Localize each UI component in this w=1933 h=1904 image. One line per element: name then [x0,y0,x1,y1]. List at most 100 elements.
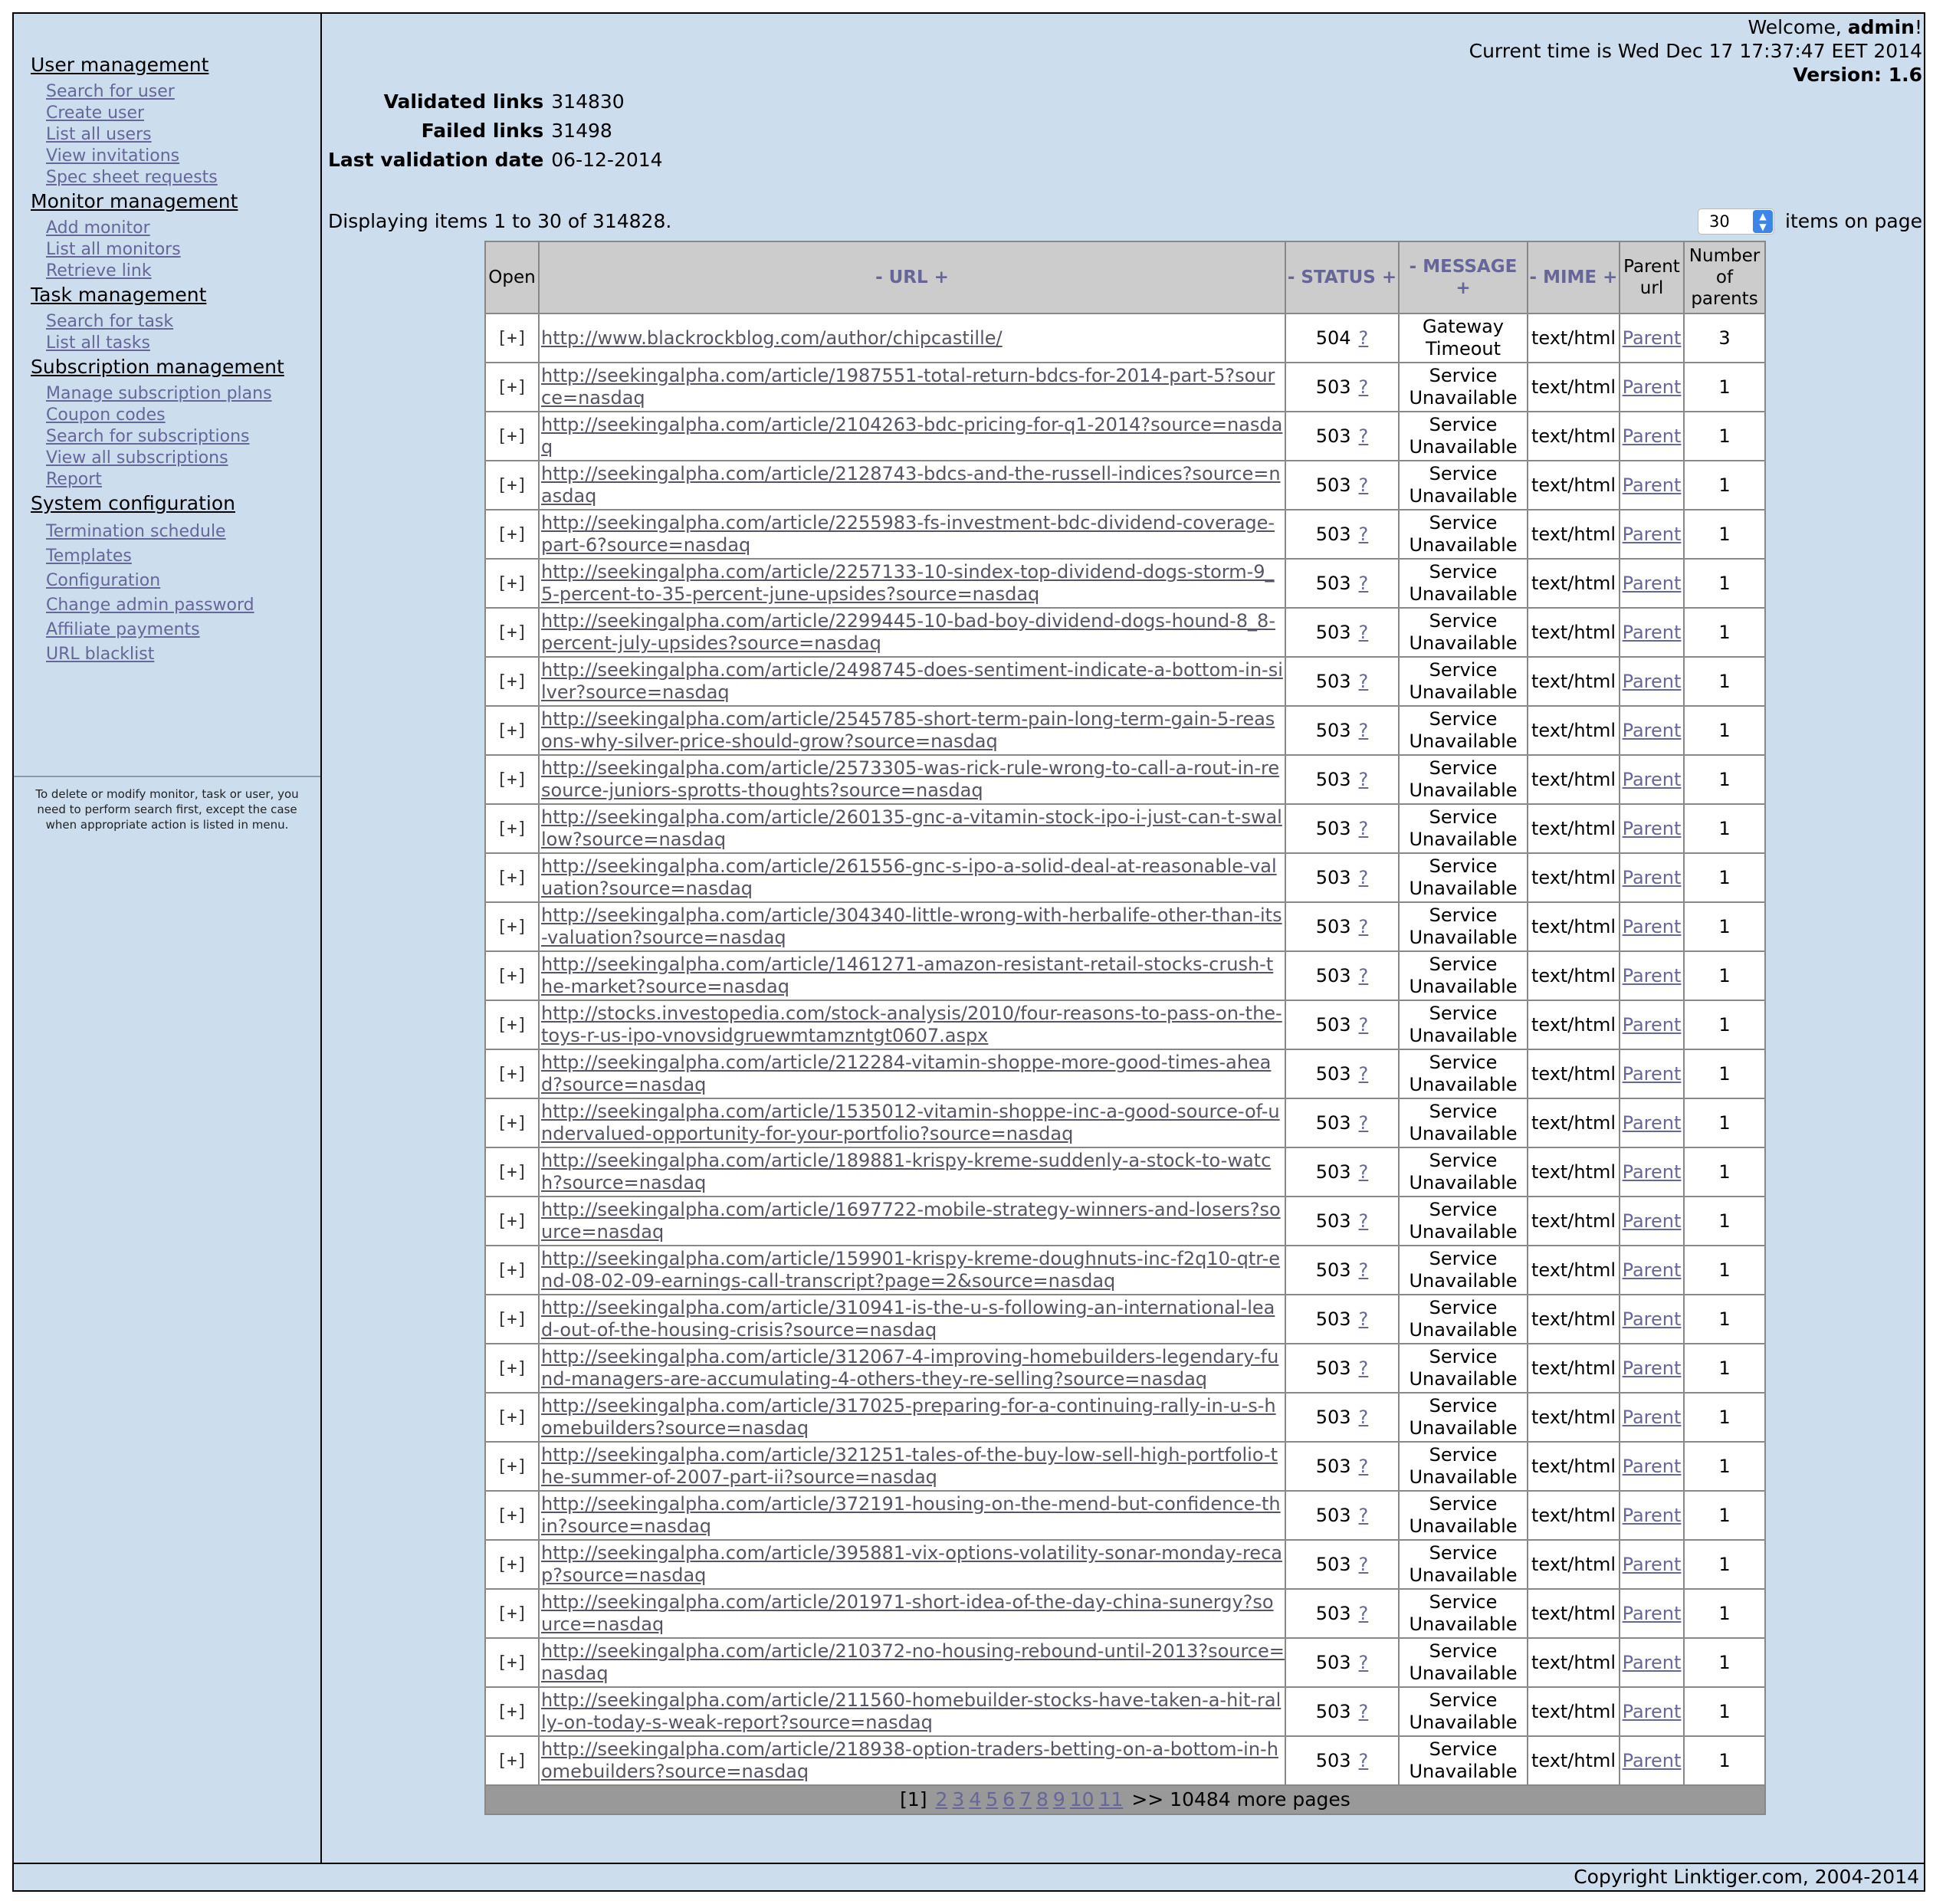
sidebar-link[interactable]: Search for task [46,311,284,333]
expand-button[interactable]: [+] [497,918,527,937]
col-header-url[interactable]: - URL + [538,241,1286,314]
sidebar-link[interactable]: Configuration [46,569,284,593]
status-help-link[interactable]: ? [1359,425,1369,447]
page-link[interactable]: 10 [1070,1788,1094,1810]
sidebar-link[interactable]: Retrieve link [46,261,284,282]
parent-link[interactable]: Parent [1623,1357,1682,1379]
url-link[interactable]: http://seekingalpha.com/article/260135-g… [541,806,1282,850]
parent-link[interactable]: Parent [1623,573,1682,594]
page-link[interactable]: 7 [1019,1788,1032,1810]
expand-button[interactable]: [+] [497,525,527,544]
url-link[interactable]: http://seekingalpha.com/article/1461271-… [541,954,1273,997]
sidebar-link[interactable]: Manage subscription plans [46,383,284,405]
expand-button[interactable]: [+] [497,819,527,839]
url-link[interactable]: http://seekingalpha.com/article/211560-h… [541,1689,1281,1733]
page-link[interactable]: 3 [952,1788,964,1810]
parent-link[interactable]: Parent [1623,1750,1682,1771]
expand-button[interactable]: [+] [497,1359,527,1378]
url-link[interactable]: http://seekingalpha.com/article/2128743-… [541,463,1281,507]
expand-button[interactable]: [+] [497,770,527,790]
col-header-message[interactable]: - MESSAGE + [1398,241,1528,314]
status-help-link[interactable]: ? [1359,1652,1369,1673]
status-help-link[interactable]: ? [1359,1063,1369,1085]
status-help-link[interactable]: ? [1359,1701,1369,1722]
status-help-link[interactable]: ? [1359,720,1369,741]
expand-button[interactable]: [+] [497,967,527,986]
url-link[interactable]: http://seekingalpha.com/article/2545785-… [541,708,1275,752]
expand-button[interactable]: [+] [497,623,527,642]
expand-button[interactable]: [+] [497,574,527,593]
parent-link[interactable]: Parent [1623,1701,1682,1722]
parent-link[interactable]: Parent [1623,1456,1682,1477]
url-link[interactable]: http://seekingalpha.com/article/212284-v… [541,1052,1271,1095]
status-help-link[interactable]: ? [1359,916,1369,937]
url-link[interactable]: http://seekingalpha.com/article/2255983-… [541,512,1275,556]
sidebar-link[interactable]: Report [46,469,284,491]
sidebar-link[interactable]: View all subscriptions [46,448,284,469]
sidebar-link[interactable]: List all users [46,124,284,146]
expand-button[interactable]: [+] [497,868,527,888]
parent-link[interactable]: Parent [1623,376,1682,398]
status-help-link[interactable]: ? [1359,769,1369,790]
expand-button[interactable]: [+] [497,721,527,740]
status-help-link[interactable]: ? [1359,327,1369,349]
page-size-select[interactable]: 30 ▲ ▼ [1698,208,1775,235]
menu-section-title[interactable]: Monitor management [31,190,284,213]
url-link[interactable]: http://seekingalpha.com/article/2299445-… [541,610,1275,654]
expand-button[interactable]: [+] [497,378,527,397]
sidebar-link[interactable]: Spec sheet requests [46,167,284,189]
col-header-status[interactable]: - STATUS + [1285,241,1400,314]
status-help-link[interactable]: ? [1359,524,1369,545]
status-help-link[interactable]: ? [1359,1505,1369,1526]
url-link[interactable]: http://seekingalpha.com/article/218938-o… [541,1738,1278,1782]
url-link[interactable]: http://seekingalpha.com/article/2498745-… [541,659,1283,703]
expand-button[interactable]: [+] [497,476,527,495]
url-link[interactable]: http://seekingalpha.com/article/304340-l… [541,904,1282,948]
page-link[interactable]: 6 [1003,1788,1015,1810]
status-help-link[interactable]: ? [1359,573,1369,594]
expand-button[interactable]: [+] [497,1506,527,1525]
sidebar-link[interactable]: Termination schedule [46,520,284,544]
status-help-link[interactable]: ? [1359,1308,1369,1330]
status-help-link[interactable]: ? [1359,376,1369,398]
url-link[interactable]: http://seekingalpha.com/article/321251-t… [541,1444,1278,1488]
url-link[interactable]: http://seekingalpha.com/article/201971-s… [541,1591,1274,1635]
expand-button[interactable]: [+] [497,1555,527,1574]
expand-button[interactable]: [+] [497,427,527,446]
url-link[interactable]: http://seekingalpha.com/article/159901-k… [541,1248,1280,1292]
parent-link[interactable]: Parent [1623,524,1682,545]
status-help-link[interactable]: ? [1359,1161,1369,1183]
parent-link[interactable]: Parent [1623,474,1682,496]
expand-button[interactable]: [+] [497,1457,527,1476]
parent-link[interactable]: Parent [1623,1603,1682,1624]
status-help-link[interactable]: ? [1359,818,1369,839]
page-link[interactable]: 5 [986,1788,998,1810]
url-link[interactable]: http://seekingalpha.com/article/2104263-… [541,414,1282,458]
page-link[interactable]: 4 [969,1788,981,1810]
parent-link[interactable]: Parent [1623,720,1682,741]
status-help-link[interactable]: ? [1359,1259,1369,1281]
sidebar-link[interactable]: Create user [46,103,284,124]
status-help-link[interactable]: ? [1359,622,1369,643]
expand-button[interactable]: [+] [497,1408,527,1427]
url-link[interactable]: http://seekingalpha.com/article/2257133-… [541,561,1275,605]
parent-link[interactable]: Parent [1623,425,1682,447]
status-help-link[interactable]: ? [1359,1210,1369,1232]
parent-link[interactable]: Parent [1623,965,1682,986]
expand-button[interactable]: [+] [497,672,527,691]
page-link[interactable]: 2 [936,1788,948,1810]
parent-link[interactable]: Parent [1623,1063,1682,1085]
col-header-mime[interactable]: - MIME + [1527,241,1620,314]
status-help-link[interactable]: ? [1359,671,1369,692]
parent-link[interactable]: Parent [1623,1161,1682,1183]
page-link[interactable]: 8 [1036,1788,1049,1810]
url-link[interactable]: http://seekingalpha.com/article/312067-4… [541,1346,1278,1390]
status-help-link[interactable]: ? [1359,1357,1369,1379]
parent-link[interactable]: Parent [1623,671,1682,692]
status-help-link[interactable]: ? [1359,1407,1369,1428]
status-help-link[interactable]: ? [1359,474,1369,496]
sidebar-link[interactable]: Search for user [46,81,284,103]
parent-link[interactable]: Parent [1623,1407,1682,1428]
expand-button[interactable]: [+] [497,1653,527,1673]
parent-link[interactable]: Parent [1623,1308,1682,1330]
